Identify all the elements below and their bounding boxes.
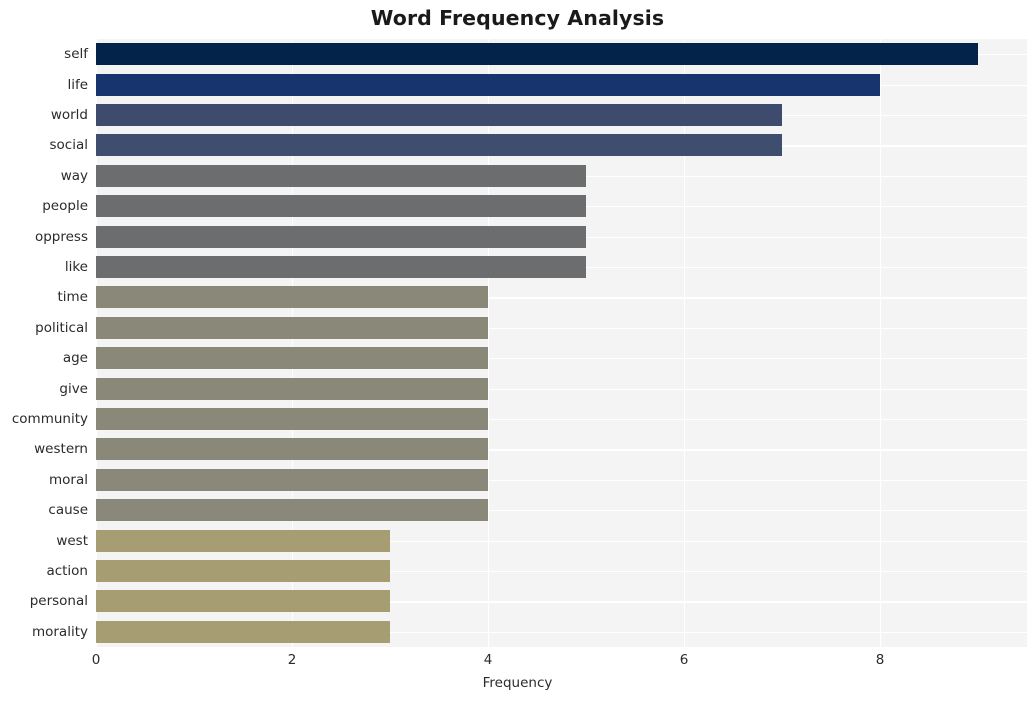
bar <box>96 134 782 157</box>
y-axis-tick-label: cause <box>48 502 88 519</box>
y-axis-tick-label: self <box>64 46 88 63</box>
y-axis-tick-label: morality <box>31 623 88 640</box>
y-axis-tick-label: way <box>60 167 88 184</box>
y-axis-tick-label: world <box>50 107 88 123</box>
x-axis-tick-label: 8 <box>875 652 885 668</box>
bar <box>96 468 488 491</box>
y-axis-tick-label: life <box>67 76 88 93</box>
chart-figure: Word Frequency Analysis self life world soc… <box>0 0 1035 701</box>
y-axis-tick-label: time <box>57 289 88 306</box>
bar <box>96 347 488 370</box>
bar <box>96 225 586 248</box>
bar <box>96 438 488 461</box>
bar <box>96 43 978 66</box>
y-axis-tick-label: personal <box>29 593 88 610</box>
y-axis-tick-label: political <box>35 319 88 336</box>
bar <box>96 316 488 339</box>
y-axis-tick-label: action <box>46 563 88 579</box>
bar-series <box>96 39 1027 647</box>
y-axis-tick-label: people <box>42 198 88 215</box>
y-axis-tick-label: oppress <box>34 228 88 245</box>
bar <box>96 590 390 613</box>
y-axis-tick-label: western <box>34 441 88 458</box>
y-axis-tick-labels: self life world social way people oppress like t… <box>0 39 88 647</box>
bar <box>96 499 488 522</box>
y-axis-tick-label: community <box>11 411 88 427</box>
bar <box>96 73 880 96</box>
y-axis-tick-label: west <box>56 532 88 549</box>
x-axis-tick-label: 0 <box>91 652 101 668</box>
chart-title: Word Frequency Analysis <box>370 6 665 30</box>
bar <box>96 104 782 126</box>
bar <box>96 408 488 430</box>
bar <box>96 256 586 278</box>
x-axis-tick-label: 4 <box>483 652 493 668</box>
x-axis-title: Frequency <box>482 675 553 691</box>
bar <box>96 377 488 400</box>
plot-area <box>96 39 1027 647</box>
bar <box>96 560 390 582</box>
x-axis-tick-label: 2 <box>287 652 297 668</box>
x-axis-tick-labels: 0 2 4 6 8 <box>0 652 1035 672</box>
y-axis-tick-label: moral <box>49 471 88 488</box>
y-axis-tick-label: give <box>59 380 88 397</box>
bar <box>96 286 488 309</box>
bar <box>96 620 390 643</box>
bar <box>96 164 586 187</box>
y-axis-tick-label: like <box>64 259 88 275</box>
bar <box>96 529 390 552</box>
x-axis-tick-label: 6 <box>679 652 689 668</box>
y-axis-tick-label: social <box>49 137 89 154</box>
y-axis-tick-label: age <box>62 350 88 367</box>
bar <box>96 195 586 218</box>
